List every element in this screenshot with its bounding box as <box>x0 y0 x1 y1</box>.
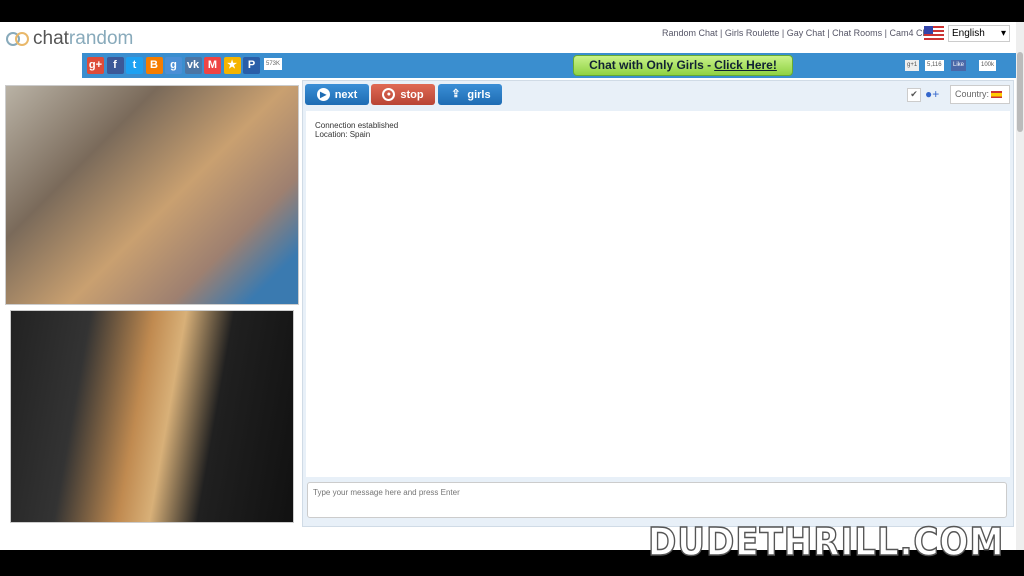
twitter-icon[interactable]: t <box>126 57 143 74</box>
logo-text: chat <box>33 28 69 49</box>
facebook-icon[interactable]: f <box>106 57 124 74</box>
next-button[interactable]: ▶ next <box>305 84 369 105</box>
stop-label: stop <box>400 88 424 101</box>
logo[interactable]: chat random <box>6 28 133 50</box>
country-selector[interactable]: Country: <box>950 85 1010 104</box>
self-video <box>10 310 294 523</box>
scrollbar-thumb[interactable] <box>1017 52 1023 132</box>
language-value: English <box>952 27 985 39</box>
banner-text: Chat with Only Girls - <box>589 58 712 72</box>
girls-only-banner[interactable]: Chat with Only Girls - Click Here! <box>573 55 793 76</box>
logo-text-accent: random <box>68 28 134 49</box>
google-icon[interactable]: g <box>165 57 182 74</box>
dropdown-arrow-icon: ▾ <box>1000 27 1006 39</box>
add-webcam-icon[interactable]: ●+ <box>925 87 939 101</box>
next-label: next <box>334 88 358 101</box>
vk-icon[interactable]: vk <box>184 57 202 74</box>
gmail-icon[interactable]: M <box>204 57 221 74</box>
scrollbar[interactable] <box>1016 22 1024 550</box>
banner-link[interactable]: Click Here! <box>714 58 777 72</box>
spain-flag-icon <box>991 91 1003 99</box>
log-line: Connection established <box>315 121 399 130</box>
page: chat random Random Chat | Girls Roulette … <box>0 22 1024 550</box>
chat-bubbles-icon <box>6 32 30 46</box>
us-flag-icon <box>924 26 944 40</box>
google-plus-icon[interactable]: g+ <box>87 57 104 74</box>
chat-log: Connection established Location: Spain <box>306 111 1010 477</box>
top-nav-links[interactable]: Random Chat | Girls Roulette | Gay Chat … <box>662 28 935 38</box>
fb-like-count: 100k <box>979 60 997 71</box>
language-selector[interactable]: English ▾ <box>924 24 1010 42</box>
watermark: DUDETHRILL.COM <box>647 519 1005 565</box>
share-bar: g+ f t Bg vk M ★ P 573K Chat with Only Girls -C… <box>82 53 1018 78</box>
favorites-icon[interactable]: ★ <box>223 57 241 74</box>
language-select[interactable]: English ▾ <box>948 24 1010 42</box>
upload-icon: ⇪ <box>451 88 461 100</box>
stranger-video <box>5 85 299 305</box>
stop-icon: ● <box>382 88 396 101</box>
chat-panel: ▶ next ● stop ⇪ girls ✔ ●+ Country: Connect… <box>302 80 1014 527</box>
log-line: Location: Spain <box>315 130 371 139</box>
arrow-right-icon: ▶ <box>316 88 330 101</box>
share-count: 573K <box>264 58 283 70</box>
stop-button[interactable]: ● stop <box>371 84 435 105</box>
gplus-button[interactable]: g+1 <box>905 60 920 71</box>
message-input[interactable] <box>307 482 1007 518</box>
fb-like-button[interactable]: Like <box>951 60 967 71</box>
pinterest-icon[interactable]: P <box>243 57 260 74</box>
girls-label: girls <box>467 88 491 101</box>
gplus-count: 5,116 <box>925 60 944 71</box>
girls-button[interactable]: ⇪ girls <box>438 84 502 105</box>
checkbox[interactable]: ✔ <box>907 88 921 102</box>
blogger-icon[interactable]: B <box>145 57 163 74</box>
country-label: Country: <box>955 89 990 99</box>
